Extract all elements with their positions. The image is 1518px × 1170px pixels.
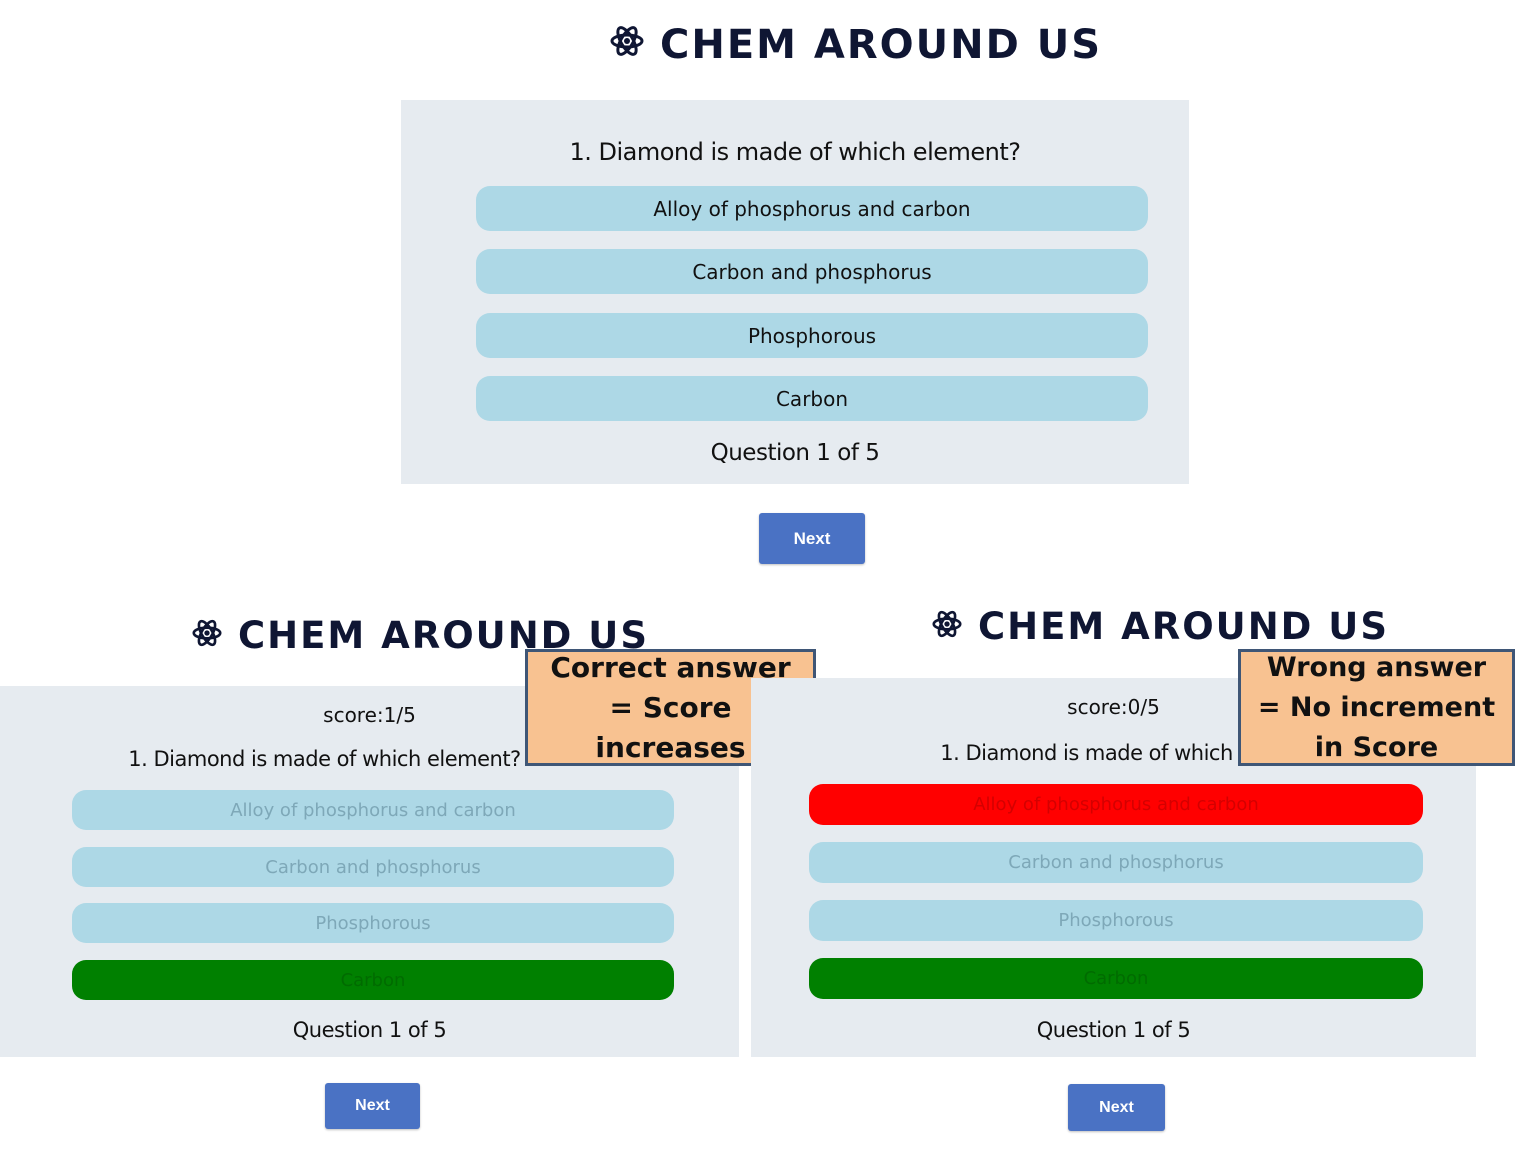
next-button[interactable]: Next — [1068, 1084, 1165, 1131]
question-progress: Question 1 of 5 — [1036, 1018, 1191, 1042]
option-button-2: Carbon and phosphorus — [72, 847, 674, 887]
option-button-3: Phosphorous — [809, 900, 1423, 941]
option-button-1-wrong: Alloy of phosphorus and carbon — [809, 784, 1423, 825]
option-button-3: Phosphorous — [72, 903, 674, 943]
option-button-1[interactable]: Alloy of phosphorus and carbon — [476, 186, 1148, 231]
next-button[interactable]: Next — [759, 513, 865, 564]
question-progress: Question 1 of 5 — [710, 440, 880, 466]
option-button-2: Carbon and phosphorus — [809, 842, 1423, 883]
quiz-card-top: 1. Diamond is made of which element? All… — [401, 100, 1189, 484]
callout-wrong-answer: Wrong answer = No increment in Score — [1238, 649, 1515, 766]
option-button-1: Alloy of phosphorus and carbon — [72, 790, 674, 830]
question-text: 1. Diamond is made of which element? — [569, 138, 1021, 166]
option-button-4[interactable]: Carbon — [476, 376, 1148, 421]
option-button-3[interactable]: Phosphorous — [476, 313, 1148, 358]
option-button-4-correct: Carbon — [809, 958, 1423, 999]
page-title-wrong: CHEM AROUND US — [932, 605, 1389, 648]
atom-icon — [932, 605, 962, 648]
app-title: CHEM AROUND US — [978, 605, 1389, 648]
page-title-top: CHEM AROUND US — [610, 22, 1102, 68]
atom-icon — [610, 22, 644, 68]
option-button-2[interactable]: Carbon and phosphorus — [476, 249, 1148, 294]
app-title: CHEM AROUND US — [660, 22, 1103, 68]
question-progress: Question 1 of 5 — [292, 1018, 447, 1042]
next-button[interactable]: Next — [325, 1083, 420, 1129]
option-button-4-correct: Carbon — [72, 960, 674, 1000]
atom-icon — [192, 614, 222, 657]
